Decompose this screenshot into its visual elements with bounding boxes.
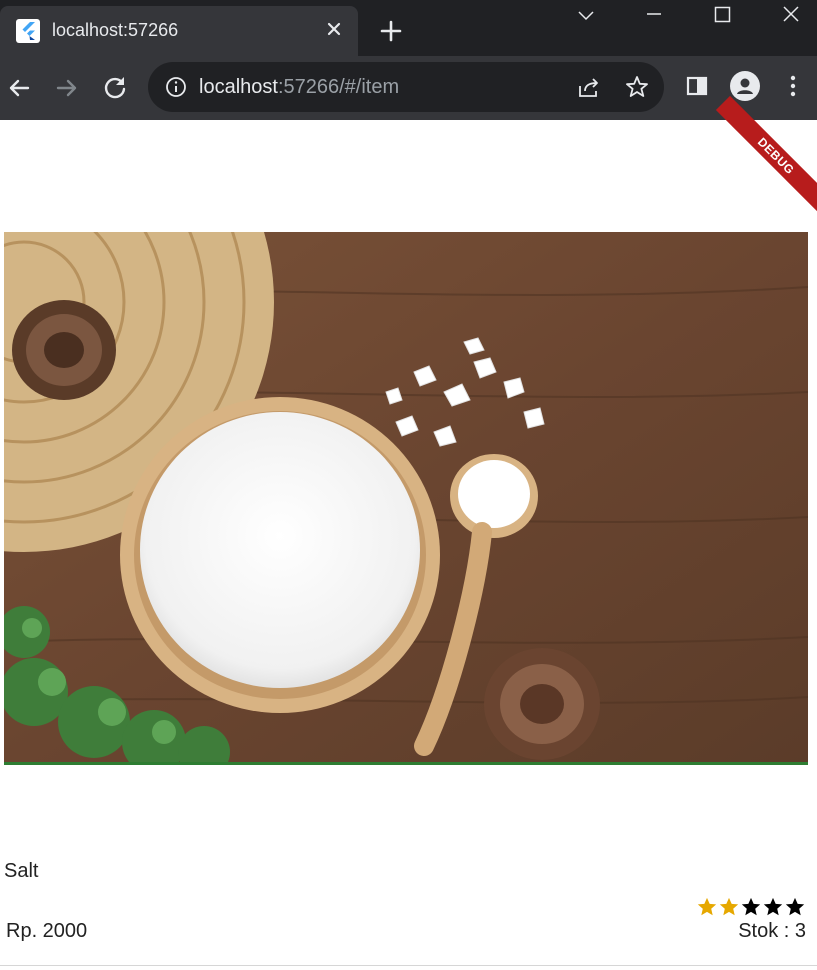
new-tab-plus-icon[interactable]	[376, 16, 406, 46]
browser-toolbar: localhost:57266/#/item	[0, 56, 817, 120]
star-icon-4	[763, 897, 783, 916]
star-icon-2	[719, 897, 739, 916]
window-close-icon[interactable]	[771, 4, 811, 26]
browser-tab[interactable]: localhost:57266	[0, 6, 358, 56]
tab-title: localhost:57266	[52, 20, 179, 40]
bookmark-star-icon[interactable]	[624, 74, 650, 100]
url-path: :57266/#/item	[277, 76, 400, 98]
chevron-down-icon[interactable]	[566, 4, 606, 26]
star-icon-3	[741, 897, 761, 916]
side-panel-icon[interactable]	[682, 71, 712, 101]
star-icon-1	[697, 897, 717, 916]
url-text[interactable]: localhost:57266/#/item	[199, 75, 399, 99]
url-host: localhost	[199, 76, 278, 98]
profile-avatar-icon[interactable]	[730, 71, 760, 101]
item-stock: Stok : 3	[738, 920, 806, 942]
rating-stars	[696, 896, 806, 918]
reload-icon[interactable]	[99, 72, 131, 104]
kebab-menu-icon[interactable]	[778, 71, 808, 101]
tab-close-icon[interactable]	[322, 17, 346, 41]
minimize-icon[interactable]	[634, 4, 674, 26]
item-price: Rp. 2000	[6, 920, 88, 942]
product-image	[4, 232, 808, 764]
flutter-logo-icon	[16, 19, 40, 43]
forward-arrow-icon[interactable]	[51, 72, 83, 104]
image-bottom-border	[4, 762, 808, 765]
address-bar[interactable]: localhost:57266/#/item	[148, 62, 664, 112]
star-icon-5	[785, 897, 805, 916]
site-info-icon[interactable]	[164, 75, 188, 99]
browser-titlebar: localhost:57266	[0, 0, 817, 56]
divider	[0, 965, 817, 966]
app-page: DEBUG Salt Rp. 2000 Stok: 3	[0, 95, 817, 970]
item-name: Salt	[4, 860, 39, 882]
back-arrow-icon[interactable]	[3, 72, 35, 104]
maximize-icon[interactable]	[702, 4, 742, 26]
share-icon[interactable]	[576, 74, 602, 100]
